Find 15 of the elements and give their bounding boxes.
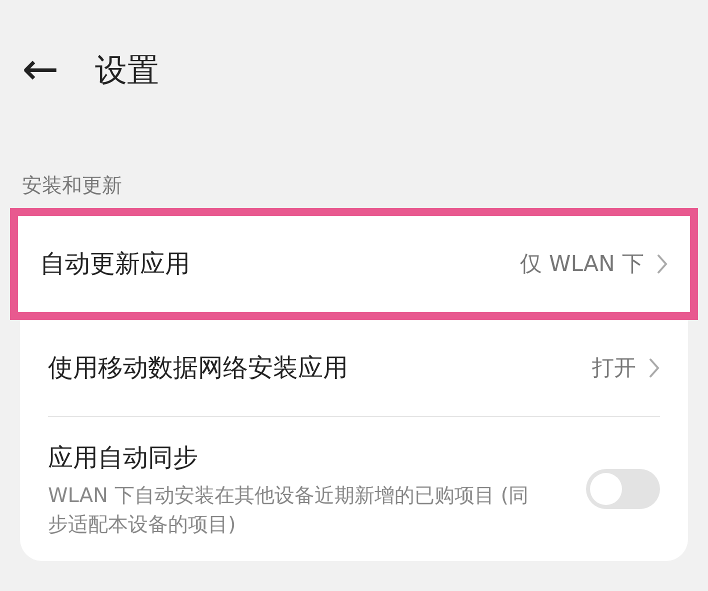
toggle-switch[interactable] [586,468,660,509]
settings-row[interactable]: 使用移动数据网络安装应用 打开 [20,320,688,416]
settings-row[interactable]: 自动更新应用 仅 WLAN 下 [10,208,698,320]
page-title: 设置 [94,50,159,91]
chevron-icon [656,253,668,275]
row-value: 打开 [592,354,636,382]
row-title: 自动更新应用 [40,248,191,280]
chevron-icon [648,357,660,379]
back-button[interactable]: ← [22,48,59,92]
row-title: 使用移动数据网络安装应用 [48,352,349,384]
row-description: WLAN 下自动安装在其他设备近期新增的已购项目 (同步适配本设备的项目) [48,482,530,538]
row-title: 应用自动同步 [48,442,199,474]
settings-row[interactable]: 应用自动同步 WLAN 下自动安装在其他设备近期新增的已购项目 (同步适配本设备的项目) [20,417,688,560]
row-value: 仅 WLAN 下 [520,250,644,278]
section-header: 安装和更新 [21,172,123,199]
